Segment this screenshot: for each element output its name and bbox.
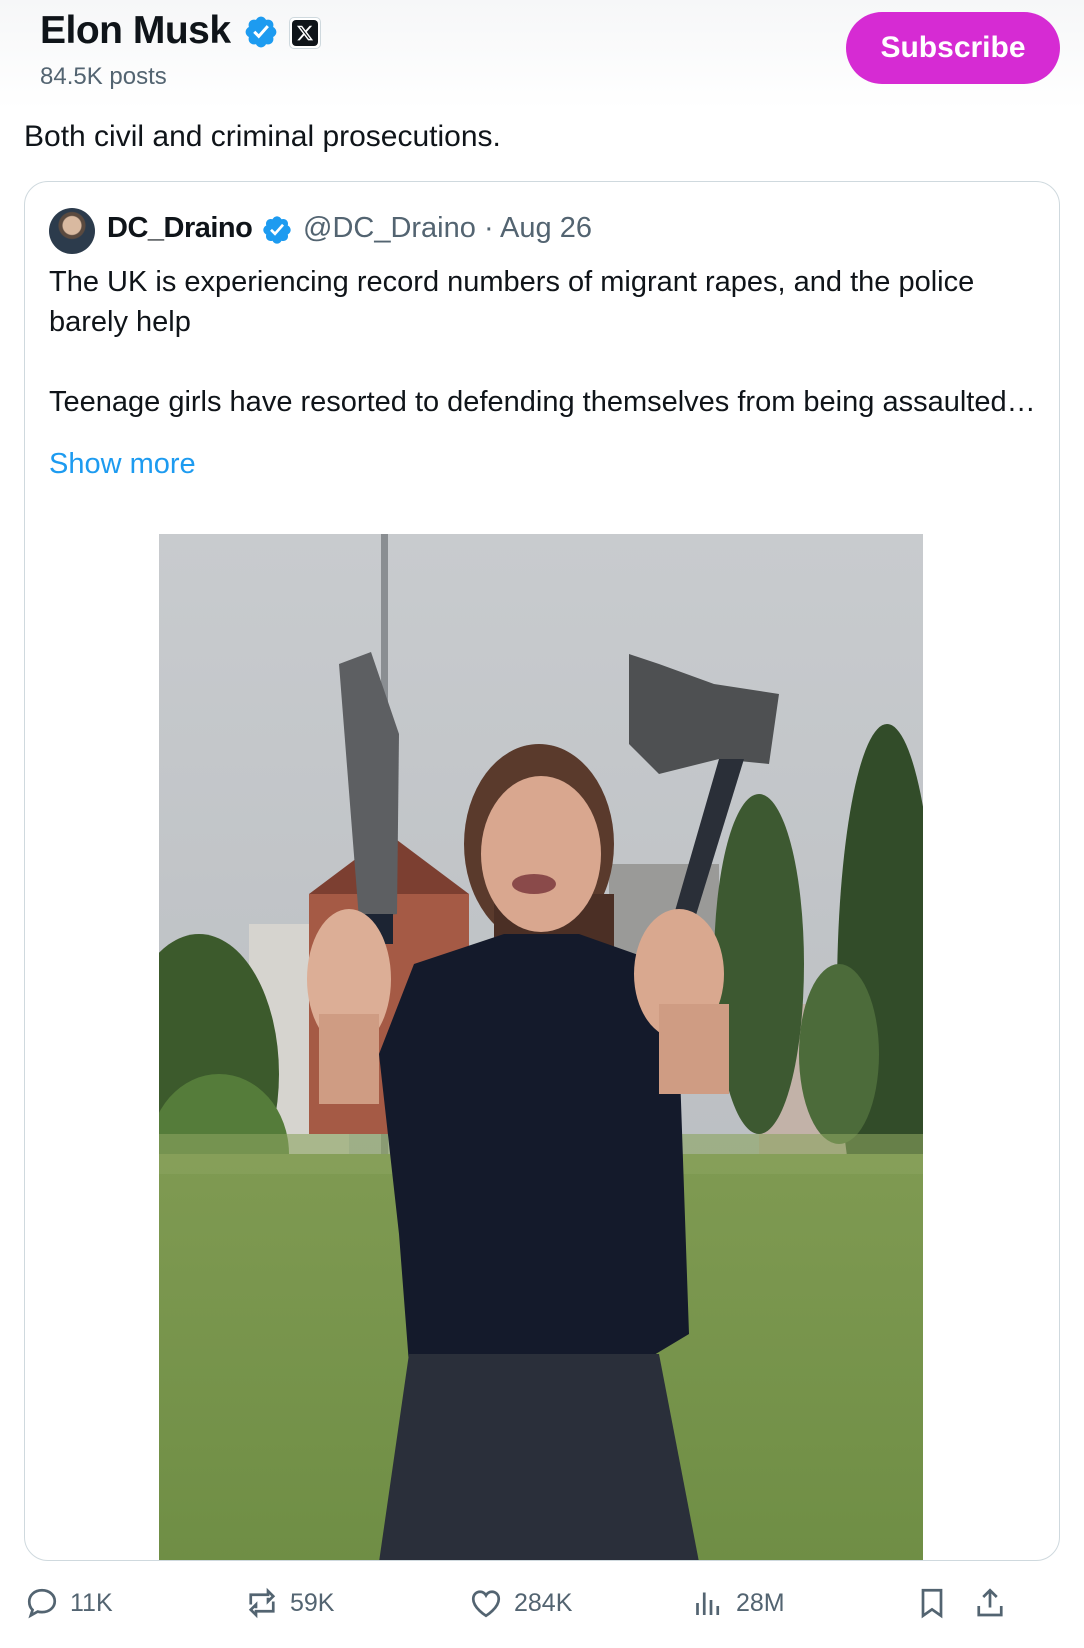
repost-button[interactable]: 59K <box>244 1575 334 1631</box>
bookmark-button[interactable] <box>914 1575 950 1631</box>
like-button[interactable]: 284K <box>468 1575 572 1631</box>
like-icon <box>471 1590 501 1618</box>
quoted-text-paragraph-1: The UK is experiencing record numbers of… <box>49 266 975 338</box>
reply-count: 11K <box>70 1588 113 1617</box>
reply-icon <box>27 1588 57 1619</box>
bookmark-icon <box>921 1588 943 1619</box>
quoted-post-card[interactable]: DC_Draino @DC_Draino · Aug 26 The UK is … <box>24 181 1060 1561</box>
repost-icon <box>248 1587 276 1619</box>
share-button[interactable] <box>972 1575 1008 1631</box>
quoted-post-text: The UK is experiencing record numbers of… <box>49 262 1039 422</box>
views-count: 28M <box>736 1588 785 1617</box>
verified-badge-icon <box>263 216 291 244</box>
like-count: 284K <box>514 1588 573 1617</box>
repost-count: 59K <box>290 1588 335 1617</box>
post-text: Both civil and criminal prosecutions. <box>24 120 501 153</box>
reply-button[interactable]: 11K <box>24 1575 113 1631</box>
x-affiliate-icon[interactable] <box>289 17 321 49</box>
video-thumbnail[interactable] <box>159 534 923 1560</box>
share-icon <box>977 1588 1003 1617</box>
show-more-link[interactable]: Show more <box>49 444 196 484</box>
action-bar: 11K 59K 284K 28M <box>0 1575 1084 1635</box>
subscribe-button[interactable]: Subscribe <box>846 12 1060 84</box>
views-icon <box>696 1592 720 1615</box>
author-name[interactable]: Elon Musk <box>40 8 231 54</box>
avatar[interactable] <box>49 208 95 254</box>
quoted-handle-date: @DC_Draino · Aug 26 <box>303 212 592 244</box>
media-image <box>159 534 923 1560</box>
views-button[interactable]: 28M <box>690 1575 785 1631</box>
quoted-author-name[interactable]: DC_Draino <box>107 210 253 246</box>
verified-badge-icon <box>245 16 277 48</box>
profile-header: Elon Musk 84.5K posts Subscribe <box>0 0 1084 110</box>
posts-count: 84.5K posts <box>40 63 167 90</box>
quoted-text-paragraph-2: Teenage girls have resorted to defending… <box>49 386 1036 418</box>
